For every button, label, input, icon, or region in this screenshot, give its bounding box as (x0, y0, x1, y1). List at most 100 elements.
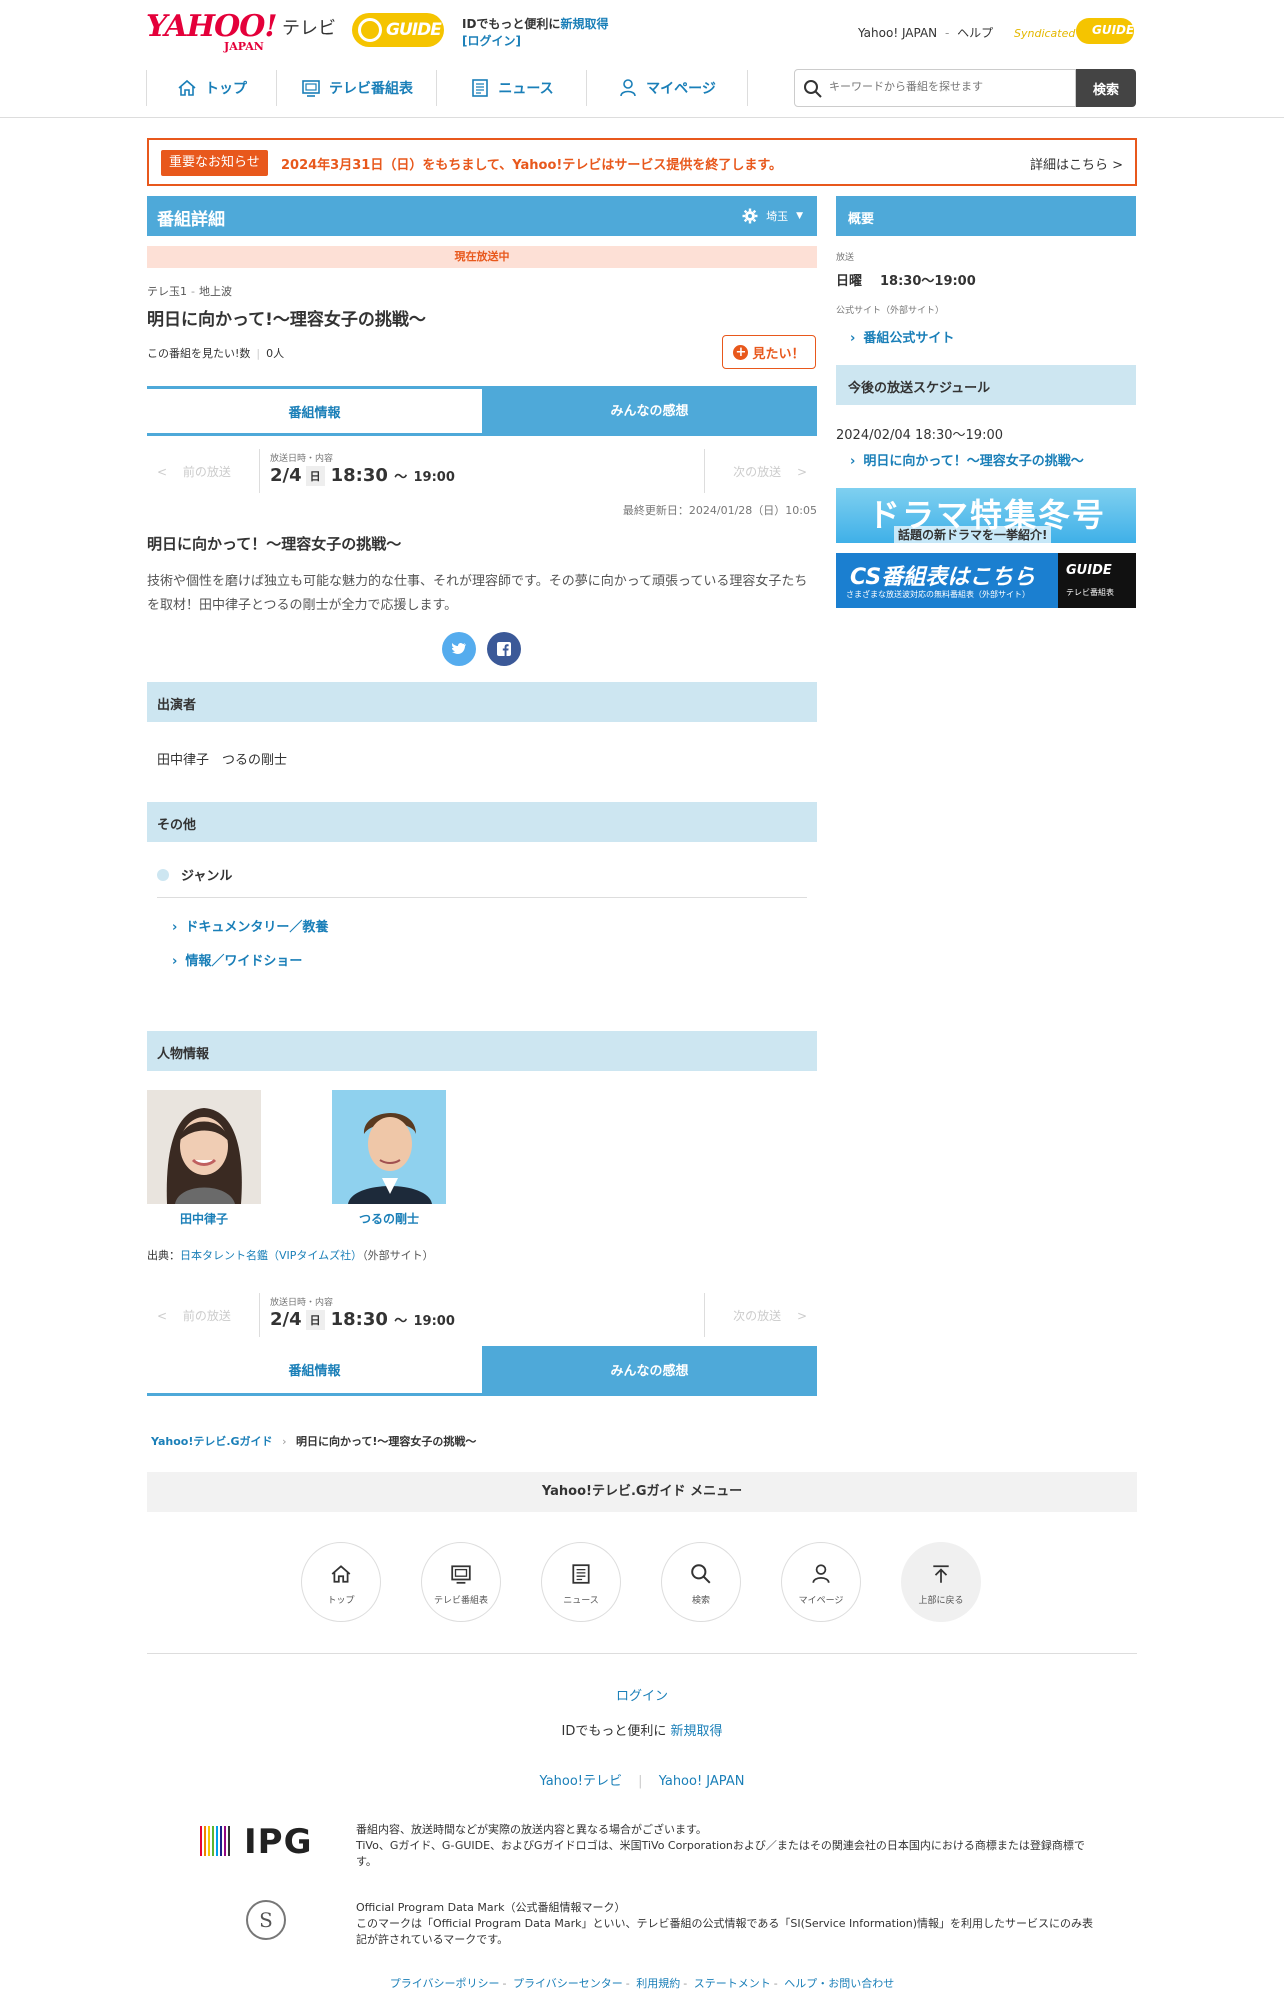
program-description: 技術や個性を磨けば独立も可能な魅力的な仕事、それが理容師です。その夢に向かって頑… (147, 574, 808, 613)
arrow-up-icon (933, 1565, 949, 1583)
official-program-data-mark-icon: S (246, 1900, 286, 1940)
tv-service-name[interactable]: テレビ (282, 14, 336, 40)
banner-subtitle: 話題の新ドラマを一挙紹介! (894, 526, 1052, 543)
yahoo-logo-japan: JAPAN (224, 40, 264, 53)
privacy-policy-link[interactable]: プライバシーポリシー (390, 1977, 500, 1990)
schedule-program-link[interactable]: › 明日に向かって！〜理容女子の挑戦〜 (850, 450, 1084, 469)
channel-name[interactable]: テレ玉1 (147, 285, 187, 298)
nav-mypage[interactable]: マイページ (586, 70, 748, 106)
program-tabs-bottom: 番組情報 みんなの感想 (147, 1346, 817, 1396)
want-to-watch-button[interactable]: + 見たい！ (722, 335, 816, 369)
terms-link[interactable]: 利用規約 (636, 1977, 680, 1990)
login-link[interactable]: [ログイン] (462, 32, 521, 49)
tab-impressions[interactable]: みんなの感想 (482, 386, 817, 436)
privacy-center-link[interactable]: プライバシーセンター (513, 1977, 623, 1990)
on-air-badge: 現在放送中 (147, 246, 817, 268)
footer-signup-link[interactable]: 新規取得 (670, 1724, 722, 1739)
home-icon (331, 1565, 351, 1583)
facebook-share-button[interactable] (487, 632, 521, 666)
drama-special-banner[interactable]: ドラマ特集冬号 話題の新ドラマを一挙紹介! (836, 488, 1136, 543)
search-button[interactable]: 検索 (1076, 69, 1136, 107)
gear-icon (742, 208, 758, 224)
want-count: この番組を見たい!数 | 0人 (147, 347, 285, 360)
next-broadcast-link[interactable]: 次の放送 > (733, 463, 807, 480)
search-input[interactable] (827, 79, 1071, 94)
channel-info: テレ玉1- 地上波 (147, 285, 232, 298)
notice-more-link[interactable]: 詳細はこちら > (1030, 154, 1123, 173)
genre-link-info-wideshow[interactable]: › 情報／ワイドショー (172, 950, 302, 969)
id-promo: IDでもっと便利に新規取得 (462, 17, 609, 31)
signup-link[interactable]: 新規取得 (560, 17, 608, 31)
divider (147, 1653, 1137, 1654)
footer-id-promo: IDでもっと便利に 新規取得 (561, 1724, 723, 1739)
broadcast-datetime-label: 放送日時・内容 (270, 1298, 334, 1308)
syndicated-gguide-logo: Syndicated GUIDE (1014, 18, 1134, 44)
home-icon (178, 79, 196, 96)
footer-tv-guide-button[interactable]: テレビ番組表 (421, 1542, 501, 1622)
person-name[interactable]: 田中律子 (147, 1210, 261, 1227)
person-photo[interactable] (147, 1090, 261, 1204)
statement-link[interactable]: ステートメント (694, 1977, 771, 1990)
cast-section-header: 出演者 (147, 682, 817, 722)
help-link[interactable]: ヘルプ (957, 26, 993, 40)
chevron-right-icon: > (796, 465, 807, 479)
person-name[interactable]: つるの剛士 (332, 1210, 446, 1227)
twitter-share-button[interactable] (442, 632, 476, 666)
footer-login-link[interactable]: ログイン (0, 1685, 1284, 1704)
notice-tag: 重要なお知らせ (161, 150, 268, 176)
tab-program-info[interactable]: 番組情報 (147, 1346, 482, 1396)
next-broadcast-link[interactable]: 次の放送 > (733, 1307, 807, 1324)
banner-subtitle: さまざまな放送波対応の無料番組表（外部サイト） (846, 590, 1030, 599)
footer-news-button[interactable]: ニュース (541, 1542, 621, 1622)
official-mark-text: Official Program Data Mark（公式番組情報マーク） この… (356, 1901, 1094, 1946)
back-to-top-button[interactable]: 上部に戻る (901, 1542, 981, 1622)
chevron-down-icon: ▼ (796, 211, 803, 221)
tab-program-info[interactable]: 番組情報 (147, 386, 482, 436)
banner-title: CS番組表はこちら (850, 565, 1036, 590)
broadcast-time: 日曜 18:30〜19:00 (836, 274, 976, 289)
broadcast-type: 地上波 (198, 285, 232, 298)
person-card[interactable]: つるの剛士 (332, 1090, 446, 1227)
footer-search-button[interactable]: 検索 (661, 1542, 741, 1622)
search-box (794, 69, 1076, 107)
last-updated: 最終更新日：2024/01/28（日）10:05 (622, 504, 817, 517)
broadcast-nav-bottom: < 前の放送 放送日時・内容 2/4 日 18:30 〜 19:00 次の放送 > (147, 1293, 817, 1337)
help-contact-link[interactable]: ヘルプ・お問い合わせ (784, 1977, 894, 1990)
program-tabs: 番組情報 みんなの感想 (147, 386, 817, 436)
prev-broadcast-link[interactable]: < 前の放送 (157, 1307, 231, 1324)
divider (157, 897, 807, 898)
plus-icon: + (733, 344, 749, 360)
breadcrumb: Yahoo!テレビ.Gガイド › 明日に向かって!〜理容女子の挑戦〜 (151, 1435, 477, 1448)
footer-top-button[interactable]: トップ (301, 1542, 381, 1622)
nav-top[interactable]: トップ (146, 70, 277, 106)
episode-title: 明日に向かって！〜理容女子の挑戦〜 (147, 535, 402, 553)
breadcrumb-current: 明日に向かって!〜理容女子の挑戦〜 (295, 1435, 477, 1448)
gguide-logo[interactable]: GUIDE (352, 13, 444, 47)
twitter-icon (452, 642, 466, 654)
program-detail-header: 番組詳細 埼玉 ▼ (147, 196, 817, 236)
talent-directory-link[interactable]: 日本タレント名鑑（VIPタイムズ社） (180, 1249, 362, 1262)
yahoo-japan-link[interactable]: Yahoo! JAPAN (659, 1774, 745, 1789)
tab-impressions[interactable]: みんなの感想 (482, 1346, 817, 1396)
chevron-right-icon: › (850, 331, 856, 346)
person-photo[interactable] (332, 1090, 446, 1204)
tv-icon (451, 1565, 471, 1584)
nav-tv-guide[interactable]: テレビ番組表 (276, 70, 437, 106)
region-selector[interactable]: 埼玉 ▼ (742, 208, 803, 224)
breadcrumb-home[interactable]: Yahoo!テレビ.Gガイド (151, 1435, 273, 1448)
prev-broadcast-link[interactable]: < 前の放送 (157, 463, 231, 480)
official-site-link[interactable]: › 番組公式サイト (850, 327, 954, 346)
notice-message[interactable]: 2024年3月31日（日）をもちまして、Yahoo!テレビはサービス提供を終了し… (281, 154, 782, 173)
genre-heading: ジャンル (157, 865, 232, 884)
nav-news[interactable]: ニュース (436, 70, 587, 106)
person-card[interactable]: 田中律子 (147, 1090, 261, 1227)
yahoo-japan-logo[interactable]: YAHOO! JAPAN (146, 9, 281, 54)
yahoo-tv-link[interactable]: Yahoo!テレビ (540, 1774, 622, 1789)
footer-mypage-button[interactable]: マイページ (781, 1542, 861, 1622)
genre-link-documentary[interactable]: › ドキュメンタリー／教養 (172, 916, 328, 935)
broadcast-datetime: 放送日時・内容 2/4 日 18:30 〜 19:00 (259, 1293, 705, 1337)
yahoo-japan-link[interactable]: Yahoo! JAPAN (858, 26, 937, 40)
cast-list: 田中律子 つるの剛士 (157, 753, 288, 768)
cs-guide-banner[interactable]: CS番組表はこちら さまざまな放送波対応の無料番組表（外部サイト） GUIDE テ… (836, 553, 1136, 608)
yahoo-logo-text: YAHOO! (146, 9, 278, 44)
